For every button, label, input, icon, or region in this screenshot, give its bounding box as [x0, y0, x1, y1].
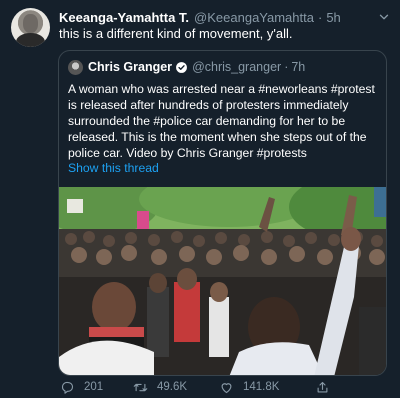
chevron-down-icon[interactable] [377, 10, 391, 24]
tweet[interactable]: Keeanga-Yamahtta T. @KeeangaYamahtta · 5… [0, 0, 400, 398]
heart-icon [221, 382, 232, 393]
quoted-text-line: police car. Video by Chris Granger #prot… [68, 146, 307, 160]
quoted-header: Chris Granger @chris_granger · 7h [68, 59, 305, 75]
share-icon [317, 381, 328, 392]
quoted-author-handle[interactable]: @chris_granger [192, 60, 281, 74]
separator-dot: · [317, 9, 323, 25]
quoted-separator-dot: · [284, 60, 289, 74]
like-count: 141.8K [243, 381, 280, 393]
tweet-text: this is a different kind of movement, y'… [59, 26, 293, 41]
retweet-icon [133, 383, 148, 391]
tweet-actions: 201 49.6K 141.8K [55, 378, 355, 396]
video-media[interactable] [59, 187, 386, 375]
retweet-button[interactable]: 49.6K [133, 378, 187, 396]
avatar[interactable] [11, 8, 50, 47]
tweet-time[interactable]: 5h [326, 10, 340, 25]
author-name[interactable]: Keeanga-Yamahtta T. [59, 10, 189, 25]
author-handle[interactable]: @KeeangaYamahtta [194, 10, 314, 25]
quoted-author-name[interactable]: Chris Granger [88, 60, 172, 74]
share-button[interactable] [315, 378, 339, 396]
quoted-text-line: is released after hundreds of protesters… [68, 98, 349, 112]
verified-badge-icon [176, 61, 187, 73]
show-thread-link[interactable]: Show this thread [68, 161, 159, 175]
retweet-count: 49.6K [157, 381, 188, 393]
avatar-face [23, 14, 38, 33]
quoted-text-line: surrounded the #police car demanding for… [68, 114, 346, 128]
avatar-shoulders [16, 33, 45, 47]
reply-button[interactable]: 201 [60, 378, 103, 396]
reply-count: 201 [84, 381, 104, 393]
quoted-text-line: A woman who was arrested near a #neworle… [68, 82, 375, 96]
protest-crowd-image [59, 187, 386, 375]
quoted-time[interactable]: 7h [291, 60, 305, 74]
quoted-tweet[interactable]: Chris Granger @chris_granger · 7h A woma… [58, 50, 387, 376]
quoted-avatar[interactable] [68, 59, 83, 75]
quoted-text-line: released. This is the moment when she st… [68, 130, 367, 144]
reply-icon [61, 381, 74, 394]
quoted-text: A woman who was arrested near a #neworle… [68, 81, 386, 161]
like-button[interactable]: 141.8K [219, 378, 279, 396]
tweet-header: Keeanga-Yamahtta T. @KeeangaYamahtta · 5… [59, 8, 380, 26]
